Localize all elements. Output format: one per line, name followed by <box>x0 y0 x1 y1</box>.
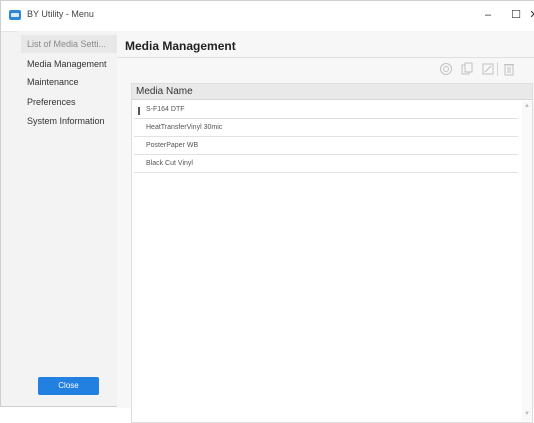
media-name: HeatTransferVinyl 30mic <box>146 124 223 131</box>
scroll-down-icon[interactable]: ▼ <box>522 409 532 419</box>
sidebar-item-preferences[interactable]: Preferences <box>21 93 117 111</box>
maximize-button[interactable]: ☐ <box>505 7 527 23</box>
list-item[interactable]: HeatTransferVinyl 30mic <box>134 119 518 137</box>
window-title: BY Utility - Menu <box>27 9 94 19</box>
media-name: S-F164 DTF <box>146 106 185 113</box>
row-selected-marker <box>138 107 140 115</box>
delete-icon[interactable] <box>502 62 516 76</box>
main-panel: Media Management Media Name S-F164 DTF H… <box>117 31 534 423</box>
close-button[interactable]: Close <box>38 377 99 395</box>
sidebar-item-media-management[interactable]: Media Management <box>21 55 117 73</box>
new-icon[interactable] <box>439 62 453 76</box>
sidebar: List of Media Setti... Media Management … <box>17 31 117 376</box>
media-list: Media Name S-F164 DTF HeatTransferVinyl … <box>131 83 533 423</box>
media-name: PosterPaper WB <box>146 142 199 149</box>
list-item[interactable]: PosterPaper WB <box>134 137 518 155</box>
list-item[interactable]: Black Cut Vinyl <box>134 155 518 173</box>
sidebar-item-maintenance[interactable]: Maintenance <box>21 73 117 91</box>
list-scrollbar[interactable]: ▲ ▼ <box>522 101 532 421</box>
title-divider <box>117 57 534 58</box>
edit-icon[interactable] <box>481 62 495 76</box>
close-window-button[interactable]: ✕ <box>529 7 534 23</box>
column-header-media-name[interactable]: Media Name <box>132 84 532 100</box>
page-title: Media Management <box>125 39 236 53</box>
sidebar-item-system-information[interactable]: System Information <box>21 112 117 130</box>
media-name: Black Cut Vinyl <box>146 160 193 167</box>
app-window: BY Utility - Menu – ☐ ✕ List of Media Se… <box>0 0 534 423</box>
scroll-up-icon[interactable]: ▲ <box>522 101 532 111</box>
copy-icon[interactable] <box>460 62 474 76</box>
list-item[interactable]: S-F164 DTF <box>134 101 518 119</box>
minimize-button[interactable]: – <box>477 7 499 23</box>
toolbar-separator <box>497 62 498 76</box>
app-logo-icon <box>9 10 21 20</box>
sidebar-item-list-of-media-settings[interactable]: List of Media Setti... <box>21 35 117 53</box>
title-bar: BY Utility - Menu – ☐ ✕ <box>1 1 534 32</box>
